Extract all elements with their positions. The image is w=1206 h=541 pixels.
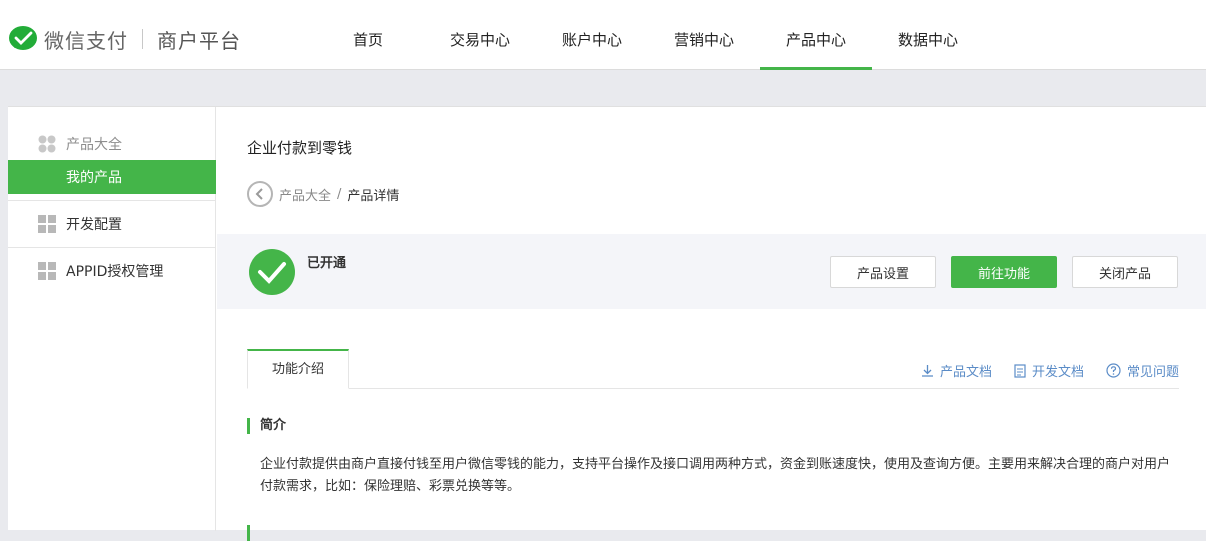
product-doc-link[interactable]: 产品文档 [921,361,992,380]
back-button[interactable] [247,181,273,207]
sidebar-item-label: 开发配置 [66,217,122,233]
logo-divider [142,29,143,49]
breadcrumb-parent[interactable]: 产品大全 [279,185,331,204]
next-section-marker [247,525,250,541]
nav-marketing-center[interactable]: 营销中心 [648,0,760,70]
brand-name: 微信支付 [44,28,128,53]
main-nav: 首页 交易中心 账户中心 营销中心 产品中心 数据中心 [312,0,984,70]
nav-home[interactable]: 首页 [312,0,424,70]
document-icon [1014,363,1026,378]
faq-label: 常见问题 [1126,365,1179,380]
goto-function-button[interactable]: 前往功能 [951,256,1057,288]
intro-heading: 简介 [247,418,286,434]
doc-links: 产品文档 开发文档 常见问题 [899,361,1179,380]
nav-product-center[interactable]: 产品中心 [760,0,872,70]
logo[interactable]: 微信支付 商户平台 [8,24,241,54]
breadcrumb-current: 产品详情 [347,188,400,204]
product-doc-label: 产品文档 [939,365,992,380]
sidebar-item-appid-auth[interactable]: APPID授权管理 [8,254,216,288]
sidebar-item-label: APPID授权管理 [66,264,164,280]
top-bar: 微信支付 商户平台 首页 交易中心 账户中心 营销中心 产品中心 数据中心 [0,0,1206,70]
platform-name: 商户平台 [157,28,241,53]
sidebar: 产品大全 我的产品 开发配置 APPID授权管理 [8,107,216,531]
status-badge: 已开通 [307,256,347,271]
faq-link[interactable]: 常见问题 [1106,361,1179,380]
close-product-button[interactable]: 关闭产品 [1072,256,1178,288]
status-bar: 已开通 产品设置 前往功能 关闭产品 [217,234,1206,309]
chevron-left-icon [255,188,263,200]
sidebar-item-dev-config[interactable]: 开发配置 [8,207,216,241]
breadcrumb-separator: / [337,186,342,202]
question-circle-icon [1106,363,1121,378]
page-title: 企业付款到零钱 [247,139,353,157]
download-icon [921,365,933,377]
main-panel: 产品大全 我的产品 开发配置 APPID授权管理 企业付款到零钱 产品大全 / … [8,106,1206,541]
breadcrumb: 产品大全 / 产品详情 [247,181,399,207]
products-icon [38,135,56,153]
tab-function-intro[interactable]: 功能介绍 [247,349,349,389]
check-circle-icon [249,249,295,295]
sidebar-group-products[interactable]: 产品大全 [8,129,216,159]
sidebar-divider [8,200,216,201]
sidebar-divider [8,247,216,248]
sidebar-item-my-products[interactable]: 我的产品 [8,160,216,194]
wechat-pay-logo-icon [9,26,37,50]
dev-doc-link[interactable]: 开发文档 [1014,361,1084,380]
sidebar-group-label: 产品大全 [66,137,122,153]
nav-data-center[interactable]: 数据中心 [872,0,984,70]
grid-icon [38,262,56,280]
nav-trade-center[interactable]: 交易中心 [424,0,536,70]
intro-body: 企业付款提供由商户直接付钱至用户微信零钱的能力，支持平台操作及接口调用两种方式，… [260,457,1171,494]
grid-icon [38,215,56,233]
content-area: 企业付款到零钱 产品大全 / 产品详情 已开通 产品设置 前往功能 关闭产品 功… [217,107,1206,541]
product-settings-button[interactable]: 产品设置 [830,256,936,288]
nav-account-center[interactable]: 账户中心 [536,0,648,70]
tabs-row: 功能介绍 产品文档 开发文档 常见问题 [247,349,1179,389]
dev-doc-label: 开发文档 [1031,365,1084,380]
